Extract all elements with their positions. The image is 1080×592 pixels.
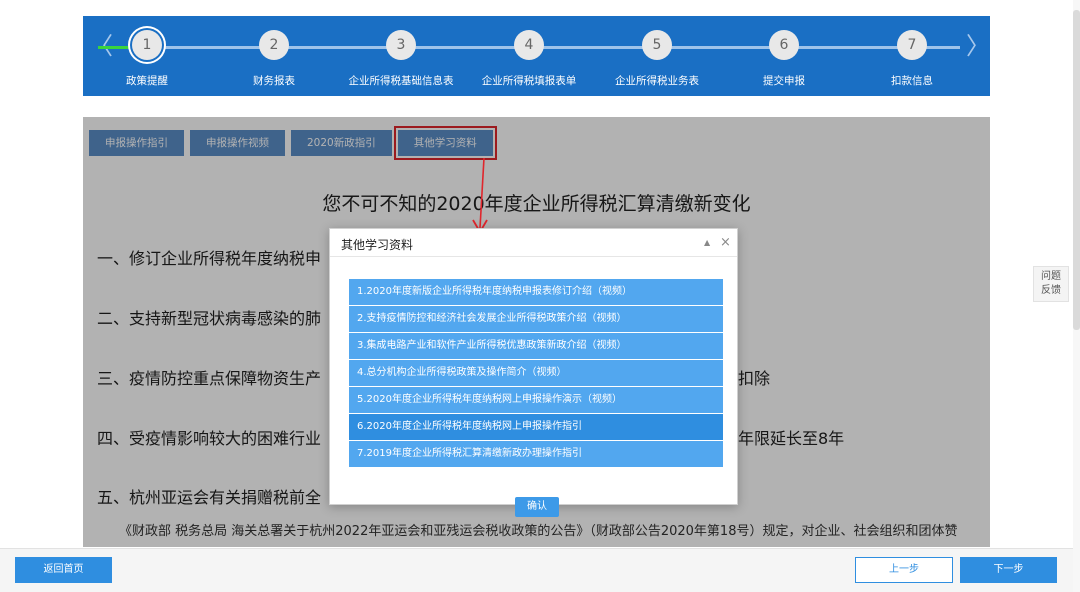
feedback-label-line1: 问题 <box>1041 271 1061 282</box>
dialog-header: 其他学习资料 ▲ × <box>330 229 737 257</box>
step-label: 扣款信息 <box>891 75 933 87</box>
step-label: 政策提醒 <box>126 75 168 87</box>
collapse-icon[interactable]: ▲ <box>704 238 710 247</box>
step-number: 4 <box>514 30 544 60</box>
step-number: 6 <box>769 30 799 60</box>
step-label: 企业所得税业务表 <box>615 75 699 87</box>
step-label: 提交申报 <box>763 75 805 87</box>
bottom-action-bar: 返回首页 上一步 下一步 <box>0 548 1073 592</box>
step-label: 企业所得税基础信息表 <box>348 75 454 87</box>
step-2[interactable]: 2 财务报表 <box>219 30 329 88</box>
materials-list-item[interactable]: 1.2020年度新版企业所得税年度纳税申报表修订介绍（视频） <box>349 279 723 305</box>
previous-step-button[interactable]: 上一步 <box>855 557 953 583</box>
materials-list-item[interactable]: 7.2019年度企业所得税汇算清缴新政办理操作指引 <box>349 441 723 467</box>
close-icon[interactable]: × <box>720 235 731 250</box>
annotation-arrow-icon <box>472 158 488 234</box>
back-home-button[interactable]: 返回首页 <box>15 557 112 583</box>
dialog-title: 其他学习资料 <box>341 238 414 252</box>
step-7[interactable]: 7 扣款信息 <box>857 30 967 88</box>
materials-list-item[interactable]: 4.总分机构企业所得税政策及操作简介（视频） <box>349 360 723 386</box>
chevron-right-icon[interactable]: 〉 <box>966 34 990 58</box>
materials-list-item[interactable]: 2.支持疫情防控和经济社会发展企业所得税政策介绍（视频） <box>349 306 723 332</box>
materials-list-item[interactable]: 3.集成电路产业和软件产业所得税优惠政策新政介绍（视频） <box>349 333 723 359</box>
scrollbar-thumb[interactable] <box>1073 10 1080 330</box>
other-materials-dialog: 其他学习资料 ▲ × 1.2020年度新版企业所得税年度纳税申报表修订介绍（视频… <box>329 228 738 517</box>
step-6[interactable]: 6 提交申报 <box>729 30 839 88</box>
step-3[interactable]: 3 企业所得税基础信息表 <box>346 30 456 88</box>
feedback-label-line2: 反馈 <box>1041 285 1061 296</box>
materials-list-item[interactable]: 6.2020年度企业所得税年度纳税网上申报操作指引 <box>349 414 723 440</box>
next-step-button[interactable]: 下一步 <box>960 557 1057 583</box>
step-number: 3 <box>386 30 416 60</box>
step-label: 财务报表 <box>253 75 295 87</box>
confirm-button[interactable]: 确认 <box>515 497 559 517</box>
feedback-button[interactable]: 问题 反馈 <box>1033 266 1069 302</box>
step-4[interactable]: 4 企业所得税填报表单 <box>474 30 584 88</box>
step-number: 7 <box>897 30 927 60</box>
step-5[interactable]: 5 企业所得税业务表 <box>602 30 712 88</box>
step-number: 2 <box>259 30 289 60</box>
step-number: 5 <box>642 30 672 60</box>
page-scrollbar[interactable] <box>1073 0 1080 592</box>
step-progress-bar: 〈 〉 1 政策提醒 2 财务报表 3 企业所得税基础信息表 4 企业所得税填报… <box>83 16 990 96</box>
step-1[interactable]: 1 政策提醒 <box>92 30 202 88</box>
step-label: 企业所得税填报表单 <box>481 75 577 87</box>
step-number: 1 <box>132 30 162 60</box>
materials-list-item[interactable]: 5.2020年度企业所得税年度纳税网上申报操作演示（视频） <box>349 387 723 413</box>
materials-list: 1.2020年度新版企业所得税年度纳税申报表修订介绍（视频） 2.支持疫情防控和… <box>349 279 723 468</box>
